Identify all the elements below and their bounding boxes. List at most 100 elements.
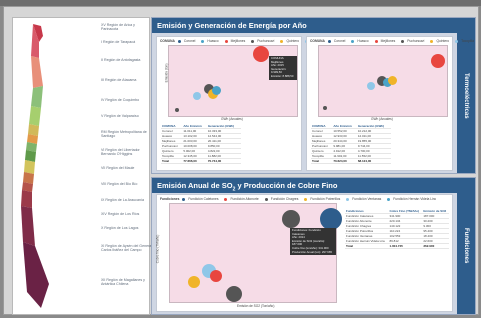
legend-swatch — [280, 39, 284, 43]
legend-swatch — [304, 197, 308, 201]
legend-item[interactable]: Mejillones — [374, 39, 399, 43]
map-region-xi[interactable] — [21, 206, 35, 246]
region-label[interactable]: XII Región de Magallanes y Antártica Chi… — [101, 278, 153, 286]
map-region-v[interactable] — [28, 124, 39, 136]
map-region-iv[interactable] — [29, 106, 41, 126]
map-region-iii[interactable] — [31, 86, 43, 108]
energy-section: Emisión y Generación de Energía por Año … — [151, 17, 476, 174]
bubble-caletones[interactable] — [320, 208, 342, 230]
bubble-quintero-r[interactable] — [388, 76, 397, 85]
legend-swatch — [374, 39, 378, 43]
legend-title: Fundiciones — [160, 197, 180, 201]
energy-xlabel-right: GWh (Anuales) — [371, 117, 393, 121]
bubble-mejillones-r[interactable] — [431, 54, 445, 68]
legend-item[interactable]: Quintero — [280, 39, 302, 43]
region-label[interactable]: VI Región del Libertador Bernardo O'Higg… — [101, 148, 153, 156]
legend-swatch — [351, 39, 355, 43]
so2-section: Emisión Anual de SO2 y Producción de Cob… — [151, 177, 476, 315]
chile-map[interactable] — [19, 22, 59, 312]
legend-swatch — [455, 39, 459, 43]
region-label[interactable]: I Región de Tarapacá — [101, 40, 153, 44]
bubble-potrerillos[interactable] — [188, 276, 200, 288]
legend-item[interactable]: Huasco — [351, 39, 371, 43]
energy-ylabel-left: Emisión (ton) — [164, 63, 169, 83]
energy-plot-right[interactable] — [318, 45, 448, 117]
chile-map-panel: XV Región de Arica y Parinacota I Región … — [12, 17, 153, 315]
legend-item[interactable]: Huasco — [201, 39, 221, 43]
so2-tooltip: Fundiciones: Fundición Caletones Año: 201… — [290, 228, 336, 256]
bubble-coronel[interactable] — [175, 108, 179, 112]
region-label[interactable]: IV Región de Coquimbo — [101, 98, 153, 102]
so2-plot[interactable]: Fundiciones: Fundición Caletones Año: 201… — [169, 203, 342, 303]
so2-card: Fundiciones Fundición Caletones Fundición … — [155, 194, 453, 312]
bubble-hvl[interactable] — [226, 286, 242, 302]
legend-swatch — [182, 197, 186, 201]
legend-swatch — [224, 197, 228, 201]
legend-swatch — [327, 39, 331, 43]
legend-swatch — [251, 39, 255, 43]
bubble-tocopilla-r[interactable] — [367, 82, 375, 90]
bubble-altonorte[interactable] — [210, 270, 222, 282]
energy-table-right: COMUNA Año Emisión Generación (GWh) Coronel… — [311, 124, 391, 164]
legend-item[interactable]: Fundición Potrerillos — [304, 197, 343, 201]
energy-card-left: COMUNA Coronel Huasco Mejillones Puchuncaví Q… — [156, 36, 324, 171]
legend-swatch — [346, 197, 350, 201]
map-region-x[interactable] — [21, 190, 32, 208]
legend-swatch — [401, 39, 405, 43]
so2-title: Emisión Anual de SO2 y Producción de Cob… — [152, 178, 457, 193]
bubble-coronel-r[interactable] — [323, 106, 327, 110]
map-region-ix[interactable] — [23, 172, 34, 184]
region-label[interactable]: XI Región de Aysén del General Carlos Ib… — [101, 244, 153, 252]
fundiciones-tab[interactable]: Fundiciones — [457, 178, 475, 314]
so2-legend: Fundiciones Fundición Caletones Fundición … — [160, 197, 442, 201]
region-label[interactable]: VII Región del Maule — [101, 166, 153, 170]
region-label[interactable]: III Región de Atacama — [101, 78, 153, 82]
map-region-viii[interactable] — [24, 160, 35, 174]
legend-item[interactable]: Fundición Caletones — [182, 197, 221, 201]
bubble-mejillones[interactable] — [253, 46, 269, 62]
bubble-tocopilla[interactable] — [193, 92, 201, 100]
legend-swatch — [264, 197, 268, 201]
legend-item[interactable]: Puchuncaví — [401, 39, 427, 43]
legend-title: COMUNA — [310, 39, 325, 43]
energy-legend-left: COMUNA Coronel Huasco Mejillones Puchuncaví Q… — [160, 39, 330, 43]
legend-swatch — [224, 39, 228, 43]
region-label[interactable]: V Región de Valparaíso — [101, 114, 153, 118]
legend-item[interactable]: Quintero — [430, 39, 452, 43]
legend-item[interactable]: Tocopilla — [455, 39, 477, 43]
map-region-vii[interactable] — [25, 150, 36, 162]
legend-title: COMUNA — [160, 39, 175, 43]
table-row[interactable]: Fundición Caletones 341.900 187.000 — [345, 213, 449, 219]
region-label[interactable]: RM Región Metropolitana de Santiago — [101, 130, 153, 138]
legend-item[interactable]: Fundición Ventanas — [346, 197, 384, 201]
region-label[interactable]: VIII Región del Bío Bío — [101, 182, 153, 186]
bubble-chagres[interactable] — [282, 210, 300, 228]
energy-xlabel-left: GWh (Anuales) — [221, 117, 243, 121]
region-label[interactable]: II Región de Antofagasta — [101, 58, 153, 62]
legend-swatch — [430, 39, 434, 43]
energy-table-left: COMUNA Año Emisión Generación (GWh) Coronel… — [161, 124, 241, 164]
so2-xlabel: Emisión de SO2 (Ton/año) — [237, 304, 275, 308]
legend-item[interactable]: Fundición Altonorte — [224, 197, 261, 201]
bubble-huasco[interactable] — [212, 86, 221, 95]
legend-item[interactable]: Coronel — [327, 39, 349, 43]
legend-swatch — [387, 197, 391, 201]
legend-item[interactable]: Mejillones — [224, 39, 249, 43]
legend-swatch — [177, 39, 181, 43]
so2-table: Fundiciones Cobre Fino (TM/Año) Emisión de… — [345, 209, 449, 249]
legend-swatch — [201, 39, 205, 43]
legend-item[interactable]: Fundición Hernán Videla Lira — [387, 197, 438, 201]
table-total-row: Total 1.004.745 362.900 — [345, 243, 449, 249]
map-region-ii[interactable] — [31, 56, 43, 88]
energy-plot-left[interactable]: COMUNA: Mejillones Año: 2015 Generación: 9… — [168, 45, 298, 117]
region-label[interactable]: XV Región de Arica y Parinacota — [101, 23, 153, 31]
legend-item[interactable]: Puchuncaví — [251, 39, 277, 43]
energy-title: Emisión y Generación de Energía por Año — [152, 18, 457, 33]
region-label[interactable]: XIV Región de Los Ríos — [101, 212, 153, 216]
energy-tooltip: COMUNA: Mejillones Año: 2015 Generación: 9… — [269, 56, 297, 80]
legend-item[interactable]: Coronel — [177, 39, 199, 43]
region-label[interactable]: X Región de Los Lagos — [101, 226, 153, 230]
legend-item[interactable]: Fundición Chagres — [264, 197, 302, 201]
map-region-xii[interactable] — [23, 242, 49, 308]
region-label[interactable]: IX Región de La Araucanía — [101, 198, 153, 202]
